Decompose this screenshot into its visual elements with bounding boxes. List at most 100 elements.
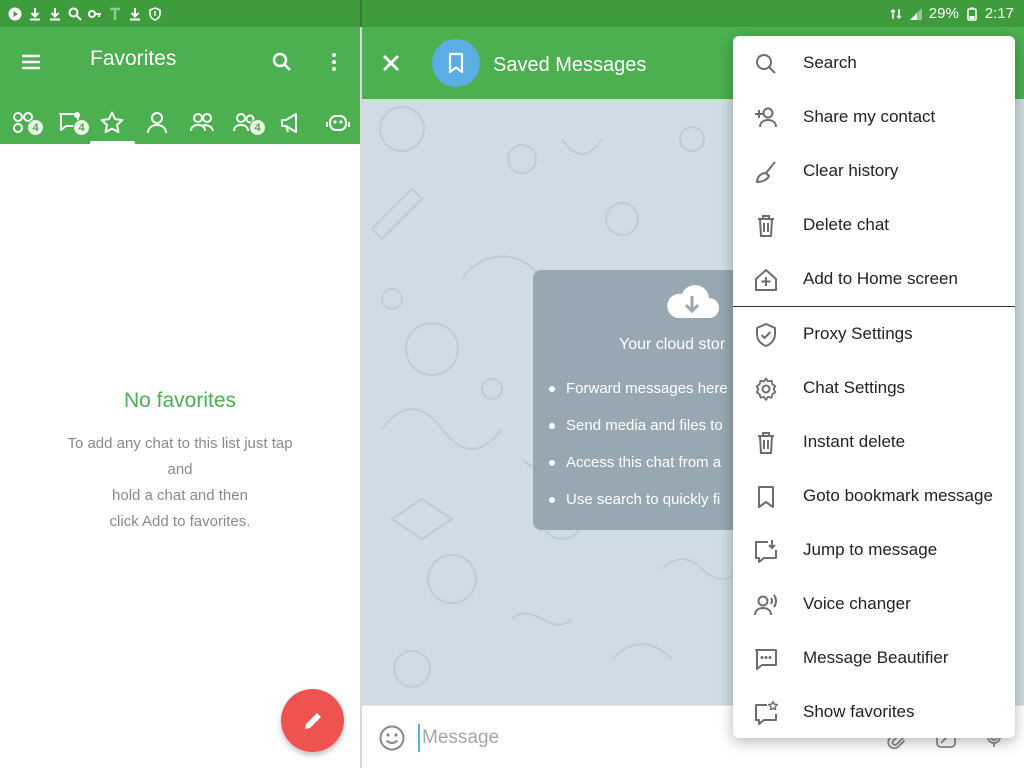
more-options-button[interactable] [312,40,356,84]
download-icon [128,7,142,21]
list-item-text: Use search to quickly fi [566,491,721,508]
card-feature-list: Forward messages here Send media and fil… [549,380,728,528]
status-system: 29% 2:17 [362,0,1024,27]
menu-item-chat-settings[interactable]: Chat Settings [733,361,1015,415]
tab-unread[interactable]: 4 [50,103,90,143]
home-add-icon [753,267,779,293]
bots-icon [326,115,350,131]
tab-all-chats[interactable]: 4 [4,103,44,143]
menu-item-label: Delete chat [803,215,889,234]
search-button[interactable] [260,40,304,84]
download-icon [28,7,42,21]
menu-item-label: Proxy Settings [803,324,913,343]
card-title: Your cloud stor [619,336,726,353]
menu-item-add-to-home[interactable]: Add to Home screen [733,252,1015,306]
add-contact-icon [753,105,779,131]
menu-item-label: Add to Home screen [803,269,958,288]
menu-item-goto-bookmark[interactable]: Goto bookmark message [733,469,1015,523]
hamburger-menu-button[interactable] [9,40,53,84]
empty-hint-line: To add any chat to this list just tap [67,435,293,452]
menu-item-label: Instant delete [803,432,906,451]
close-chat-button[interactable] [369,41,413,85]
shield-icon [148,6,162,21]
tab-supergroups[interactable]: 4 [226,103,266,143]
menu-item-voice-changer[interactable]: Voice changer [733,577,1015,631]
groups-icon [190,113,214,132]
menu-item-label: Goto bookmark message [803,486,993,505]
menu-item-label: Message Beautifier [803,648,949,667]
compose-button[interactable] [281,689,344,752]
gear-icon [753,376,779,402]
close-icon [383,55,399,71]
menu-item-label: Clear history [803,161,899,180]
empty-hint-line: click Add to favorites. [109,513,251,530]
download-icon [48,7,62,21]
chat-title[interactable]: Saved Messages [493,54,646,77]
menu-item-show-favorites[interactable]: Show favorites [733,685,1015,739]
unread-badge: 4 [249,119,266,136]
pencil-icon [304,712,321,729]
avatar[interactable] [432,39,480,87]
tab-channels[interactable] [272,103,312,143]
bookmark-icon [753,484,779,510]
smile-icon [379,725,405,751]
empty-state: No favorites To add any chat to this lis… [0,389,360,535]
list-item: Forward messages here [549,380,728,417]
key-icon [88,7,102,21]
emoji-button[interactable] [370,716,414,760]
tab-favorites[interactable] [92,103,132,143]
tab-groups[interactable] [182,103,222,143]
trash-icon [753,213,779,239]
star-icon [100,111,124,134]
menu-item-search[interactable]: Search [733,36,1015,90]
list-item: Use search to quickly fi [549,491,728,528]
left-app-bar: Favorites [0,27,360,97]
overflow-menu: Search Share my contact Clear history De… [733,36,1015,738]
status-notifications [0,0,360,27]
page-title: Favorites [90,47,177,70]
empty-title: No favorites [123,389,237,412]
empty-hint-line: hold a chat and then [112,487,248,504]
clock: 2:17 [984,5,1014,22]
tab-bots[interactable] [318,103,358,143]
menu-item-instant-delete[interactable]: Instant delete [733,415,1015,469]
search-icon [753,51,779,77]
battery-icon [965,7,979,21]
menu-item-jump-to-message[interactable]: Jump to message [733,523,1015,577]
unread-badge: 4 [27,119,44,136]
list-item-text: Send media and files to [566,417,723,434]
broom-icon [753,159,779,185]
menu-item-label: Jump to message [803,540,938,559]
user-icon [147,112,167,134]
empty-hint-line: and [167,461,193,478]
tab-contacts[interactable] [137,103,177,143]
status-bar: 29% 2:17 [0,0,1024,27]
voice-icon [753,592,779,618]
menu-item-message-beautifier[interactable]: Message Beautifier [733,631,1015,685]
hamburger-icon [22,54,40,70]
more-vertical-icon [332,53,336,71]
menu-item-clear-history[interactable]: Clear history [733,144,1015,198]
message-dots-icon [753,646,779,672]
star-message-icon [753,700,779,726]
jump-icon [753,538,779,564]
menu-item-share-contact[interactable]: Share my contact [733,90,1015,144]
search-icon [272,52,291,71]
channels-icon [281,113,297,133]
data-transfer-icon [889,7,903,21]
menu-item-label: Show favorites [803,702,915,721]
battery-percent: 29% [928,5,959,22]
bookmark-icon [448,52,464,74]
list-item: Access this chat from a [549,454,728,491]
list-item: Send media and files to [549,417,728,454]
menu-item-label: Search [803,53,857,72]
menu-item-label: Voice changer [803,594,911,613]
active-tab-indicator [90,141,135,144]
trash-icon [753,430,779,456]
search-icon [68,7,82,21]
chat-list-pane: Favorites 4 4 4 No favorites To add any … [0,27,360,768]
list-item-text: Access this chat from a [566,454,722,471]
menu-item-label: Chat Settings [803,378,906,397]
menu-item-delete-chat[interactable]: Delete chat [733,198,1015,252]
menu-item-proxy-settings[interactable]: Proxy Settings [733,307,1015,361]
